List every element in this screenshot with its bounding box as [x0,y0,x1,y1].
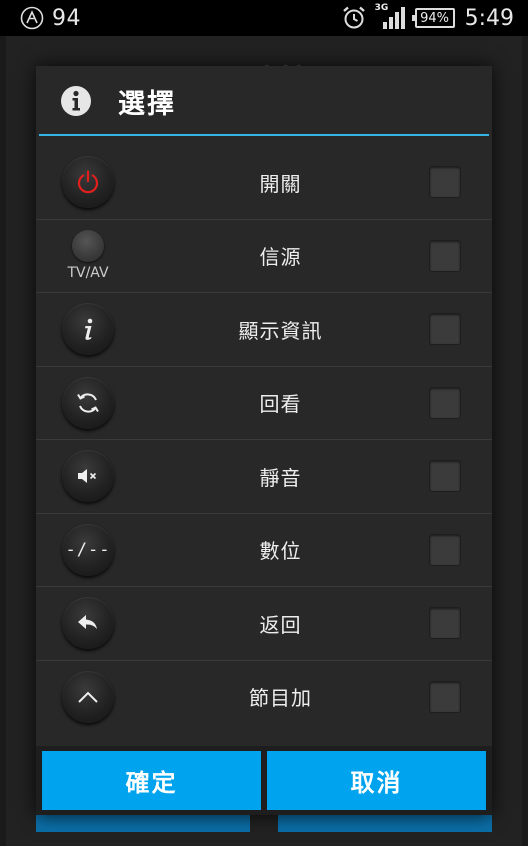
chevron-up-icon [78,691,98,703]
checkbox[interactable] [429,460,461,493]
icon-cell [36,670,140,723]
alarm-icon [342,6,365,29]
status-right: 3G 94% 5:49 [341,3,528,31]
clock: 5:49 [464,5,514,31]
program-up-button-graphic [62,670,114,723]
option-list: 開關 TV/AV 信源 顯示資訊 回看 靜音 -/-- 數位 返回 節目加 [36,146,492,733]
list-item-label: 信源 [259,245,302,270]
back-button-graphic [62,597,114,650]
app-notification-icon [20,6,44,30]
icon-cell: TV/AV [36,230,140,281]
checkbox[interactable] [429,166,461,199]
battery-level: 94% [420,10,450,26]
list-item-label: 節目加 [249,686,312,711]
cancel-button[interactable]: 取消 [267,751,486,810]
dialog-footer: 確定 取消 [36,746,492,815]
select-dialog: 選擇 開關 TV/AV 信源 顯示資訊 回看 靜音 -/-- 數位 返回 節目加… [36,66,492,815]
signal-icon: 3G [374,3,405,30]
list-item-label: 數位 [259,539,302,564]
ok-button[interactable]: 確定 [42,751,261,810]
status-left: 94 [0,6,81,31]
info-i-icon [85,318,93,341]
list-item-digits[interactable]: -/-- 數位 [36,514,492,587]
status-bar: 94 3G 94% 5:49 [0,0,528,36]
checkbox[interactable] [429,680,461,713]
notification-count: 94 [52,5,81,31]
screen: 94 3G 94% 5:49 選擇 開關 TV/AV 信源 顯示資訊 回看 靜音… [0,0,528,846]
list-item-label: 開關 [259,171,302,196]
tv-av-dot [71,230,104,263]
checkbox[interactable] [429,533,461,566]
checkbox[interactable] [429,386,461,419]
list-item-label: 回看 [259,392,302,417]
icon-cell [36,376,140,429]
dialog-divider [39,134,489,136]
icon-cell: -/-- [36,523,140,576]
dialog-title: 選擇 [118,88,176,120]
replay-button-graphic [62,376,114,429]
tv-av-icon: TV/AV [67,230,109,282]
digits-icon: -/-- [65,539,111,560]
background-button-left [36,814,250,832]
refresh-icon [77,393,99,413]
info-button-graphic [62,303,114,356]
back-arrow-icon [78,615,97,630]
icon-cell [36,450,140,503]
mute-button-graphic [62,450,114,503]
list-item-label: 靜音 [259,465,302,490]
digits-button-graphic: -/-- [62,523,114,576]
info-icon [61,86,91,116]
list-item-back[interactable]: 返回 [36,587,492,661]
tv-av-label: TV/AV [67,265,109,282]
list-item-label: 顯示資訊 [238,318,323,343]
list-item-replay[interactable]: 回看 [36,367,492,440]
checkbox[interactable] [429,607,461,640]
power-icon [77,170,99,194]
battery-icon: 94% [411,8,455,28]
list-item-mute[interactable]: 靜音 [36,440,492,514]
mute-icon [78,469,97,484]
list-item-source[interactable]: TV/AV 信源 [36,220,492,293]
power-button-graphic [62,156,114,209]
list-item-label: 返回 [259,612,302,637]
checkbox[interactable] [429,239,461,272]
list-item-program-up[interactable]: 節目加 [36,661,492,734]
icon-cell [36,303,140,356]
icon-cell [36,156,140,209]
network-type: 3G [374,3,389,13]
list-item-display-info[interactable]: 顯示資訊 [36,293,492,367]
dialog-header: 選擇 [36,66,492,136]
icon-cell [36,597,140,650]
checkbox[interactable] [429,313,461,346]
list-item-power[interactable]: 開關 [36,146,492,220]
background-button-right [278,814,492,832]
